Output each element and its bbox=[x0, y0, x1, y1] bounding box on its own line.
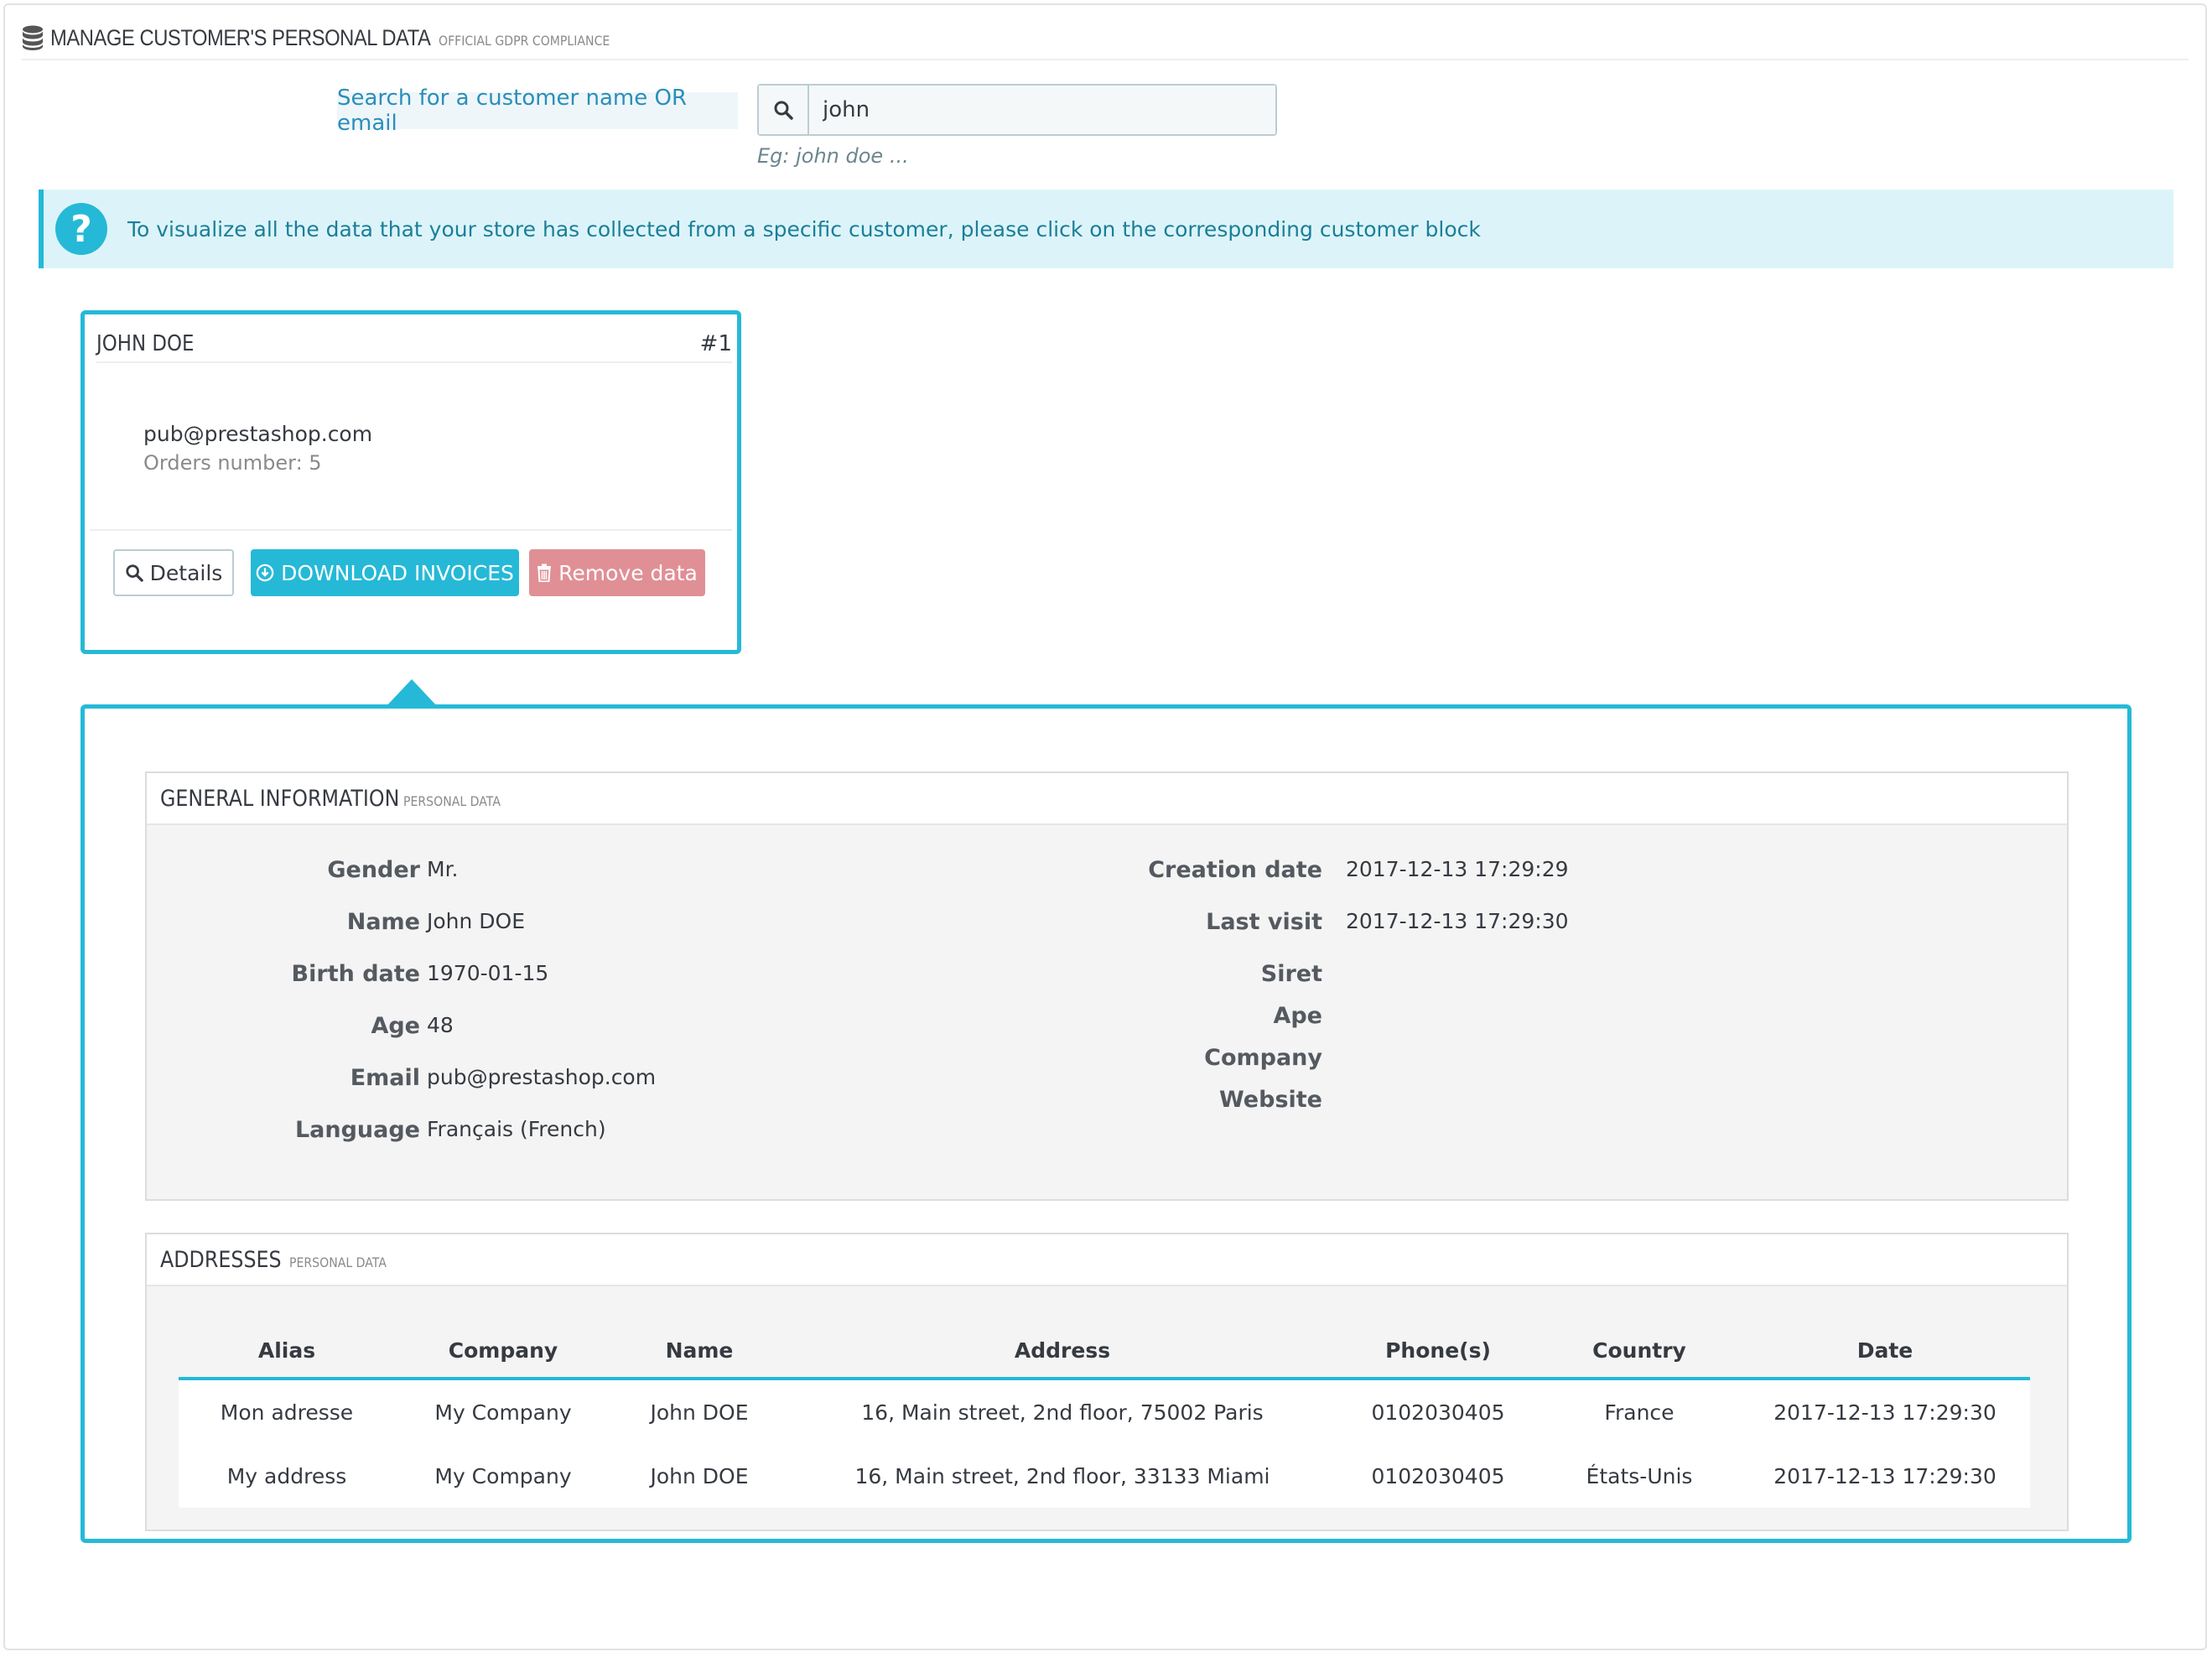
cell-phone: 0102030405 bbox=[1337, 1444, 1539, 1508]
birth-date-value: 1970-01-15 bbox=[427, 961, 549, 985]
search-input[interactable] bbox=[809, 86, 1275, 134]
cell-company: My Company bbox=[395, 1444, 611, 1508]
details-label: Details bbox=[149, 560, 223, 585]
creation-date-label: Creation date bbox=[1148, 857, 1322, 883]
customer-name: JOHN DOE bbox=[96, 331, 195, 356]
cell-name: John DOE bbox=[611, 1379, 787, 1444]
download-label: DOWNLOAD INVOICES bbox=[281, 560, 514, 585]
cell-date: 2017-12-13 17:29:30 bbox=[1740, 1444, 2030, 1508]
remove-data-button[interactable]: Remove data bbox=[529, 549, 705, 596]
addresses-title: ADDRESSES bbox=[160, 1246, 282, 1273]
col-name: Name bbox=[611, 1323, 787, 1380]
col-address: Address bbox=[787, 1323, 1337, 1380]
col-alias: Alias bbox=[179, 1323, 395, 1380]
addresses-table: Alias Company Name Address Phone(s) Coun… bbox=[179, 1323, 2030, 1508]
download-invoices-button[interactable]: DOWNLOAD INVOICES bbox=[251, 549, 519, 596]
creation-date-value: 2017-12-13 17:29:29 bbox=[1346, 857, 1569, 881]
email-label: Email bbox=[350, 1065, 420, 1091]
addresses-header-row: Alias Company Name Address Phone(s) Coun… bbox=[179, 1323, 2030, 1380]
customer-card[interactable]: JOHN DOE #1 pub@prestashop.com Orders nu… bbox=[80, 310, 741, 654]
search-help: Eg: john doe ... bbox=[757, 144, 909, 168]
table-row: Mon adresse My Company John DOE 16, Main… bbox=[179, 1379, 2030, 1444]
trash-icon bbox=[537, 564, 552, 582]
col-date: Date bbox=[1740, 1323, 2030, 1380]
cell-date: 2017-12-13 17:29:30 bbox=[1740, 1379, 2030, 1444]
cell-phone: 0102030405 bbox=[1337, 1379, 1539, 1444]
customer-card-header: JOHN DOE #1 bbox=[96, 326, 732, 363]
language-value: Français (French) bbox=[427, 1117, 606, 1141]
search-icon bbox=[126, 564, 143, 582]
cell-address: 16, Main street, 2nd floor, 33133 Miami bbox=[787, 1444, 1337, 1508]
general-information-panel: GENERAL INFORMATION PERSONAL DATA Gender… bbox=[145, 771, 2069, 1201]
cell-country: France bbox=[1539, 1379, 1740, 1444]
panel-heading: MANAGE CUSTOMER'S PERSONAL DATA OFFICIAL… bbox=[22, 17, 2189, 60]
general-information-header: GENERAL INFORMATION PERSONAL DATA bbox=[147, 773, 2067, 825]
cell-name: John DOE bbox=[611, 1444, 787, 1508]
search-addon bbox=[759, 86, 809, 134]
remove-label: Remove data bbox=[558, 560, 698, 585]
col-company: Company bbox=[395, 1323, 611, 1380]
question-icon: ? bbox=[55, 203, 107, 255]
cell-alias: Mon adresse bbox=[179, 1379, 395, 1444]
company-label: Company bbox=[1204, 1045, 1322, 1071]
gender-label: Gender bbox=[327, 857, 420, 883]
name-label: Name bbox=[346, 909, 420, 935]
email-value: pub@prestashop.com bbox=[427, 1065, 657, 1089]
download-circle-icon bbox=[256, 564, 274, 582]
age-value: 48 bbox=[427, 1013, 454, 1037]
age-label: Age bbox=[371, 1013, 420, 1039]
customer-id: #1 bbox=[699, 331, 732, 356]
cell-country: États-Unis bbox=[1539, 1444, 1740, 1508]
last-visit-label: Last visit bbox=[1206, 909, 1322, 935]
search-group bbox=[757, 84, 1277, 136]
addresses-subtitle: PERSONAL DATA bbox=[289, 1254, 387, 1270]
info-alert: ? To visualize all the data that your st… bbox=[39, 190, 2173, 268]
col-country: Country bbox=[1539, 1323, 1740, 1380]
gender-value: Mr. bbox=[427, 857, 459, 881]
general-information-title: GENERAL INFORMATION bbox=[160, 785, 400, 812]
cell-company: My Company bbox=[395, 1379, 611, 1444]
customer-details-box: GENERAL INFORMATION PERSONAL DATA Gender… bbox=[80, 704, 2132, 1543]
cell-alias: My address bbox=[179, 1444, 395, 1508]
details-button[interactable]: Details bbox=[113, 549, 234, 596]
ape-label: Ape bbox=[1273, 1003, 1322, 1029]
page-subtitle: OFFICIAL GDPR COMPLIANCE bbox=[439, 32, 610, 49]
name-value: John DOE bbox=[427, 909, 526, 933]
card-divider bbox=[90, 529, 732, 531]
customer-email: pub@prestashop.com bbox=[143, 422, 373, 446]
birth-date-label: Birth date bbox=[291, 961, 420, 987]
database-icon bbox=[23, 25, 43, 50]
table-row: My address My Company John DOE 16, Main … bbox=[179, 1444, 2030, 1508]
col-phones: Phone(s) bbox=[1337, 1323, 1539, 1380]
addresses-header: ADDRESSES PERSONAL DATA bbox=[147, 1234, 2067, 1286]
details-pointer-arrow bbox=[385, 679, 439, 708]
page-title: MANAGE CUSTOMER'S PERSONAL DATA bbox=[50, 24, 431, 50]
last-visit-value: 2017-12-13 17:29:30 bbox=[1346, 909, 1569, 933]
general-information-subtitle: PERSONAL DATA bbox=[403, 792, 501, 809]
alert-text: To visualize all the data that your stor… bbox=[127, 216, 1481, 242]
cell-address: 16, Main street, 2nd floor, 75002 Paris bbox=[787, 1379, 1337, 1444]
search-icon bbox=[774, 101, 793, 120]
language-label: Language bbox=[294, 1117, 420, 1143]
search-label: Search for a customer name OR email bbox=[337, 86, 738, 136]
addresses-panel: ADDRESSES PERSONAL DATA Alias Company Na… bbox=[145, 1233, 2069, 1531]
customer-orders: Orders number: 5 bbox=[143, 451, 322, 475]
siret-label: Siret bbox=[1260, 961, 1322, 987]
website-label: Website bbox=[1218, 1087, 1322, 1113]
